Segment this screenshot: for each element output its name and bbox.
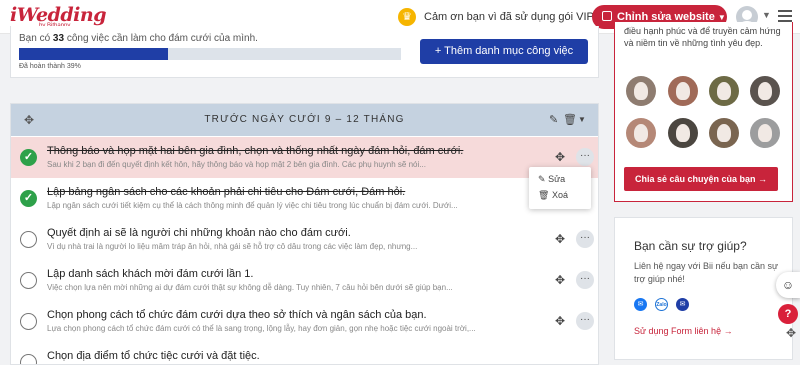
task-row[interactable]: Chọn phong cách tổ chức đám cưới dựa the… — [11, 301, 598, 342]
more-options-button[interactable]: ··· — [576, 148, 594, 166]
progress-text-prefix: Bạn có — [19, 33, 51, 44]
task-row[interactable]: Quyết định ai sẽ là người chi những khoả… — [11, 219, 598, 260]
support-card: Bạn cần sự trợ giúp? Liên hệ ngay với Bi… — [614, 217, 793, 360]
drag-handle-icon[interactable]: ✥ — [555, 273, 565, 287]
task-description: Lập ngân sách cưới tiết kiệm cụ thể là c… — [47, 201, 458, 210]
progress-bar-fill — [19, 48, 168, 60]
couple-photo[interactable] — [626, 76, 656, 106]
task-row[interactable]: ✓ Thông báo và họp mặt hai bên gia đình,… — [11, 137, 598, 178]
couple-photo[interactable] — [626, 118, 656, 148]
task-row[interactable]: Chọn địa điểm tổ chức tiệc cưới và đặt t… — [11, 342, 598, 364]
task-title[interactable]: Quyết định ai sẽ là người chi những khoả… — [47, 227, 351, 239]
task-title[interactable]: Lập bảng ngân sách cho các khoản phải ch… — [47, 186, 405, 198]
checkbox-circle[interactable] — [20, 231, 37, 248]
contact-form-link[interactable]: Sử dụng Form liên hệ → — [634, 326, 733, 336]
progress-percent-label: Đã hoàn thành 39% — [19, 63, 81, 70]
phase-title: TRƯỚC NGÀY CƯỚI 9 – 12 THÁNG — [204, 114, 405, 125]
edit-icon: ✎ — [538, 174, 546, 184]
progress-summary: Bạn có 33 công việc cần làm cho đám cưới… — [19, 33, 258, 44]
task-title[interactable]: Chọn phong cách tổ chức đám cưới dựa the… — [47, 309, 427, 321]
task-section: ✥ TRƯỚC NGÀY CƯỚI 9 – 12 THÁNG ✎ 🗑 ▼ ✓ T… — [10, 103, 599, 365]
task-count: 33 — [52, 33, 65, 44]
menu-item-edit[interactable]: ✎ Sửa — [538, 174, 565, 185]
task-title[interactable]: Chọn địa điểm tổ chức tiệc cưới và đặt t… — [47, 350, 260, 362]
couple-photo[interactable] — [750, 118, 780, 148]
task-row[interactable]: Lập danh sách khách mời đám cưới lần 1. … — [11, 260, 598, 301]
add-category-button[interactable]: + Thêm danh mục công việc — [420, 39, 588, 64]
more-options-button[interactable]: ··· — [576, 312, 594, 330]
share-story-button[interactable]: Chia sẻ câu chuyện của bạn → — [624, 167, 778, 191]
email-icon[interactable]: ✉ — [676, 298, 689, 311]
task-title[interactable]: Lập danh sách khách mời đám cưới lần 1. — [47, 268, 253, 280]
checkbox-circle[interactable] — [20, 313, 37, 330]
task-row[interactable]: ✓ Lập bảng ngân sách cho các khoản phải … — [11, 178, 598, 219]
task-options-menu: ✎ Sửa 🗑 Xoá — [529, 167, 591, 209]
progress-card: Bạn có 33 công việc cần làm cho đám cưới… — [10, 26, 599, 78]
help-icon[interactable]: ? — [778, 304, 798, 324]
check-circle-icon[interactable]: ✓ — [20, 149, 37, 166]
trash-icon: 🗑 — [538, 190, 550, 200]
couple-photo[interactable] — [709, 118, 739, 148]
more-options-button[interactable]: ··· — [576, 230, 594, 248]
couple-photo[interactable] — [668, 118, 698, 148]
drag-handle-icon[interactable]: ✥ — [555, 232, 565, 246]
chat-assistant-icon[interactable]: ☺ — [776, 272, 800, 298]
task-description: Sau khi 2 bạn đi đến quyết định kết hôn,… — [47, 160, 426, 169]
progress-text-suffix: công việc cần làm cho đám cưới của mình. — [66, 33, 258, 44]
messenger-icon[interactable]: ✉ — [634, 298, 647, 311]
menu-delete-label: Xoá — [551, 190, 568, 200]
couple-photo[interactable] — [668, 76, 698, 106]
trash-icon[interactable]: 🗑 — [563, 113, 577, 126]
chevron-down-icon[interactable]: ▼ — [762, 10, 771, 20]
chevron-down-icon: ▼ — [717, 13, 726, 22]
vip-message: Cảm ơn bạn vì đã sử dụng gói VIP! — [424, 11, 597, 23]
checkbox-circle[interactable] — [20, 354, 37, 364]
task-description: Lựa chọn phong cách tổ chức đám cưới có … — [47, 324, 476, 333]
drag-handle-icon[interactable]: ✥ — [555, 150, 565, 164]
zalo-icon[interactable]: Zalo — [655, 298, 668, 311]
support-title: Bạn cần sự trợ giúp? — [634, 239, 747, 253]
task-title[interactable]: Thông báo và họp mặt hai bên gia đình, c… — [47, 145, 463, 157]
story-card: điều hạnh phúc và để truyền cảm hứng và … — [614, 22, 793, 202]
menu-item-delete[interactable]: 🗑 Xoá — [538, 190, 568, 201]
drag-handle-icon[interactable]: ✥ — [782, 326, 800, 346]
support-text: Liên hệ ngay với Bii nếu bạn cần sự trợ … — [634, 261, 779, 284]
edit-icon[interactable]: ✎ — [549, 113, 558, 126]
menu-edit-label: Sửa — [548, 174, 566, 184]
progress-bar — [19, 48, 401, 60]
chevron-down-icon[interactable]: ▼ — [578, 115, 586, 124]
checkbox-circle[interactable] — [20, 272, 37, 289]
couple-photo[interactable] — [750, 76, 780, 106]
task-description: Việc chọn lựa nên mời những ai dự đám cư… — [47, 283, 453, 292]
drag-handle-icon[interactable]: ✥ — [555, 314, 565, 328]
couple-photo[interactable] — [709, 76, 739, 106]
check-circle-icon[interactable]: ✓ — [20, 190, 37, 207]
task-description: Vì dụ nhà trai là người lo liệu mâm tráp… — [47, 242, 418, 251]
crown-icon: ♛ — [398, 8, 416, 26]
phase-header: ✥ TRƯỚC NGÀY CƯỚI 9 – 12 THÁNG ✎ 🗑 ▼ — [11, 104, 598, 136]
more-options-button[interactable]: ··· — [576, 271, 594, 289]
story-text: điều hạnh phúc và để truyền cảm hứng và … — [624, 26, 781, 48]
edit-icon — [602, 11, 612, 21]
